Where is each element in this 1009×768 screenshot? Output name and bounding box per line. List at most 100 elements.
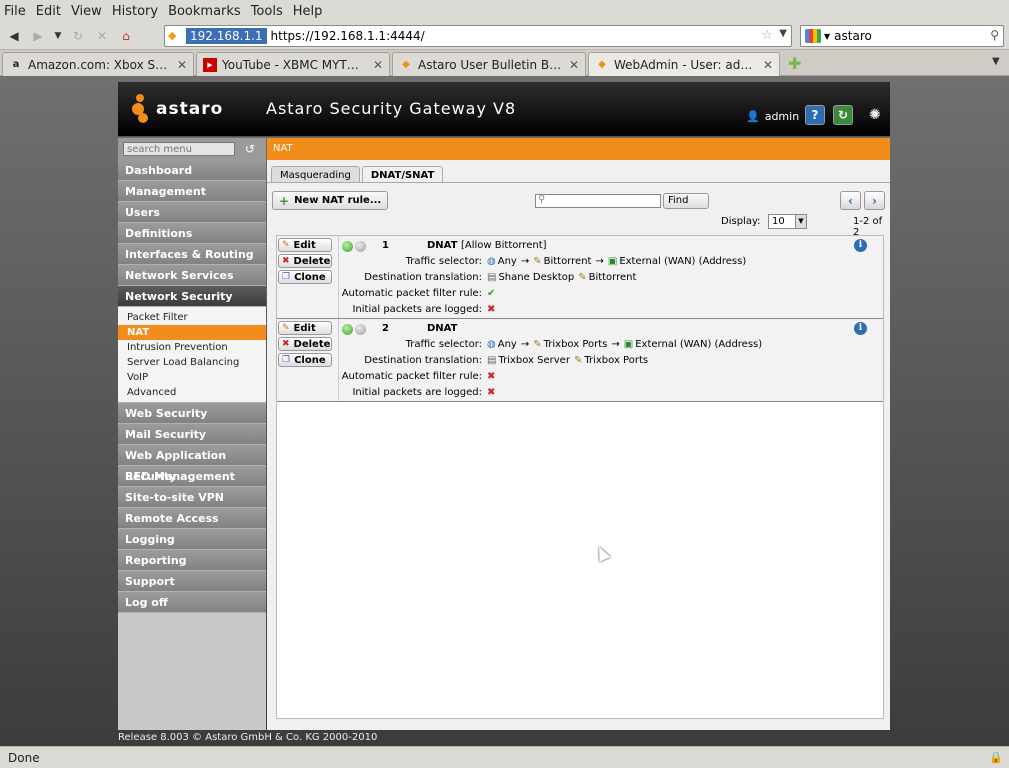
sidebar-item-reporting[interactable]: Reporting xyxy=(118,550,266,571)
browser-tab[interactable]: ▶ YouTube - XBMC MYTHTV ... ✕ xyxy=(196,52,390,76)
page-title: NAT xyxy=(267,138,890,160)
sidebar-item-site-to-site-vpn[interactable]: Site-to-site VPN xyxy=(118,487,266,508)
menu-help[interactable]: Help xyxy=(293,4,323,19)
menu-history[interactable]: History xyxy=(112,4,158,19)
traffic-selector-value: ◍ Any → ✎ Bittorrent → ▣ External (WAN) (Addres… xyxy=(487,256,746,267)
bookmark-star-icon[interactable]: ☆ xyxy=(761,28,773,43)
close-tab-icon[interactable]: ✕ xyxy=(763,58,773,72)
auto-packet-filter-label: Automatic packet filter rule: xyxy=(341,371,482,382)
prev-page-icon[interactable]: ‹ xyxy=(840,191,861,210)
close-tab-icon[interactable]: ✕ xyxy=(569,58,579,72)
sidebar-item-web-application-security[interactable]: Web Application Security xyxy=(118,445,266,483)
amazon-icon: a xyxy=(12,59,20,70)
url-host-highlight: 192.168.1.1 xyxy=(186,28,267,44)
edit-button[interactable]: ✎ Edit xyxy=(278,238,332,252)
close-tab-icon[interactable]: ✕ xyxy=(373,58,383,72)
reload-icon[interactable]: ↻ xyxy=(68,26,88,46)
arrow-icon: → xyxy=(595,256,604,267)
translation-service[interactable]: Trixbox Ports xyxy=(584,355,648,366)
rule-status-toggle[interactable] xyxy=(342,241,368,252)
sidebar-item-web-security[interactable]: Web Security xyxy=(118,403,266,424)
info-icon[interactable]: i xyxy=(854,322,867,335)
new-nat-rule-button[interactable]: + New NAT rule... xyxy=(272,191,389,210)
sidebar-item-users[interactable]: Users xyxy=(118,202,266,223)
sidebar-subitem-packet-filter[interactable]: Packet Filter xyxy=(118,310,266,325)
rule-status-toggle[interactable] xyxy=(342,324,368,335)
close-tab-icon[interactable]: ✕ xyxy=(177,58,187,72)
sidebar-subitem-advanced[interactable]: Advanced xyxy=(118,385,266,400)
filter-input[interactable]: ⚲ xyxy=(535,194,661,208)
edit-button[interactable]: ✎ Edit xyxy=(278,321,332,335)
engine-dropdown-icon[interactable]: ▼ xyxy=(824,32,830,41)
tab-list-icon[interactable]: ▼ xyxy=(992,56,1000,67)
sidebar-subitem-server-load-balancing[interactable]: Server Load Balancing xyxy=(118,355,266,370)
home-icon[interactable]: ⌂ xyxy=(116,26,136,46)
service-name[interactable]: Trixbox Ports xyxy=(544,339,608,350)
sidebar-item-network-services[interactable]: Network Services xyxy=(118,265,266,286)
search-icon[interactable]: ⚲ xyxy=(990,28,999,42)
sidebar-item-logging[interactable]: Logging xyxy=(118,529,266,550)
back-icon[interactable]: ◀ xyxy=(4,26,24,46)
search-menu-input[interactable] xyxy=(123,142,235,156)
sidebar-subitem-nat[interactable]: NAT xyxy=(118,325,266,340)
display-count-select[interactable]: 10 ▼ xyxy=(768,214,807,229)
translation-host[interactable]: Trixbox Server xyxy=(498,355,570,366)
refresh-icon[interactable]: ↻ xyxy=(833,105,853,125)
service-icon: ✎ xyxy=(533,256,542,267)
help-button[interactable]: ? xyxy=(805,105,825,125)
sidebar-item-log-off[interactable]: Log off xyxy=(118,592,266,613)
sidebar-item-definitions[interactable]: Definitions xyxy=(118,223,266,244)
sidebar-subitem-voip[interactable]: VoIP xyxy=(118,370,266,385)
status-on-icon xyxy=(342,324,353,335)
sidebar-item-mail-security[interactable]: Mail Security xyxy=(118,424,266,445)
search-icon: ⚲ xyxy=(538,194,546,205)
site-favicon-icon: ◆ xyxy=(168,29,177,42)
rule-type: DNAT xyxy=(427,240,458,251)
google-icon[interactable] xyxy=(805,29,821,43)
service-icon: ✎ xyxy=(533,339,542,350)
sidebar-subitem-intrusion-prevention[interactable]: Intrusion Prevention xyxy=(118,340,266,355)
source-network[interactable]: Any xyxy=(498,339,517,350)
service-name[interactable]: Bittorrent xyxy=(544,256,592,267)
sidebar-item-red-management[interactable]: RED Management xyxy=(118,466,266,487)
menu-file[interactable]: File xyxy=(4,4,26,19)
destination-network[interactable]: External (WAN) (Address) xyxy=(619,256,746,267)
menu-edit[interactable]: Edit xyxy=(36,4,61,19)
reset-search-icon[interactable]: ↺ xyxy=(245,142,255,156)
translation-host[interactable]: Shane Desktop xyxy=(498,272,574,283)
info-icon[interactable]: i xyxy=(854,239,867,252)
search-bar[interactable]: ▼ astaro ⚲ xyxy=(800,25,1004,47)
tab-dnat-snat[interactable]: DNAT/SNAT xyxy=(361,166,444,183)
display-value: 10 xyxy=(772,216,785,227)
url-dropdown-icon[interactable]: ▼ xyxy=(779,28,787,39)
find-button[interactable]: Find xyxy=(663,193,709,209)
sidebar-item-support[interactable]: Support xyxy=(118,571,266,592)
browser-tab-active[interactable]: ◆ WebAdmin - User: admin - ... ✕ xyxy=(588,52,780,76)
user-menu[interactable]: 👤 admin xyxy=(746,110,799,123)
destination-network[interactable]: External (WAN) (Address) xyxy=(635,339,762,350)
next-page-icon[interactable]: › xyxy=(864,191,885,210)
tab-masquerading[interactable]: Masquerading xyxy=(271,166,360,183)
forward-icon[interactable]: ▶ xyxy=(28,26,48,46)
new-tab-icon[interactable]: ✚ xyxy=(788,54,801,73)
source-network[interactable]: Any xyxy=(498,256,517,267)
url-bar[interactable]: ◆ 192.168.1.1 https://192.168.1.1:4444/ … xyxy=(164,25,792,47)
menu-tools[interactable]: Tools xyxy=(251,4,283,19)
translation-service[interactable]: Bittorrent xyxy=(589,272,637,283)
browser-tab[interactable]: a Amazon.com: Xbox Stand... ✕ xyxy=(2,52,194,76)
history-dropdown-icon[interactable]: ▼ xyxy=(52,26,64,46)
status-off-icon xyxy=(355,241,366,252)
sidebar-item-remote-access[interactable]: Remote Access xyxy=(118,508,266,529)
menu-bookmarks[interactable]: Bookmarks xyxy=(168,4,241,19)
sidebar-submenu: Packet Filter NAT Intrusion Prevention Serv… xyxy=(118,307,266,403)
sidebar-item-interfaces-routing[interactable]: Interfaces & Routing xyxy=(118,244,266,265)
menu-view[interactable]: View xyxy=(71,4,102,19)
sidebar-item-dashboard[interactable]: Dashboard xyxy=(118,160,266,181)
rule-number: 2 xyxy=(382,323,389,334)
new-rule-label: New NAT rule... xyxy=(294,195,382,206)
sidebar-item-management[interactable]: Management xyxy=(118,181,266,202)
browser-tab[interactable]: ◆ Astaro User Bulletin Boar... ✕ xyxy=(392,52,586,76)
url-text: https://192.168.1.1:4444/ xyxy=(270,29,425,43)
sidebar-item-network-security[interactable]: Network Security xyxy=(118,286,266,307)
stop-icon[interactable]: ✕ xyxy=(92,26,112,46)
